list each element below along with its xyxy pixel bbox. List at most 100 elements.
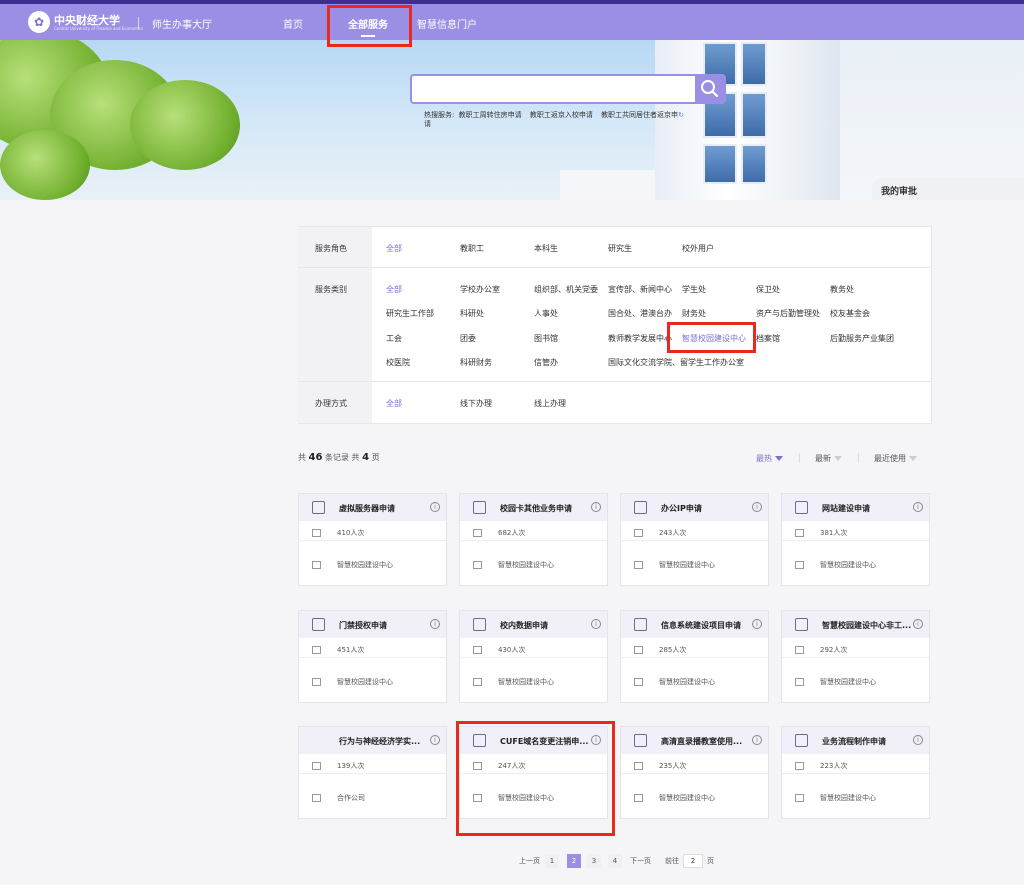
service-card[interactable]: 行为与神经经济学实... i 139人次 合作公司 bbox=[298, 726, 447, 819]
category-option[interactable]: 科研财务 bbox=[460, 357, 492, 368]
sort-hot[interactable]: 最热 bbox=[756, 453, 783, 464]
service-card[interactable]: 业务流程制作申请 i 223人次 智慧校园建设中心 bbox=[781, 726, 930, 819]
service-card[interactable]: 高清直录播教室使用... i 235人次 智慧校园建设中心 bbox=[620, 726, 769, 819]
campus-building bbox=[655, 40, 840, 200]
card-title[interactable]: 虚拟服务器申请 bbox=[339, 503, 431, 514]
service-hall-title[interactable]: 师生办事大厅 bbox=[152, 16, 212, 31]
nav-smart-portal[interactable]: 智慧信息门户 bbox=[417, 16, 477, 31]
service-card[interactable]: 网站建设申请 i 381人次 智慧校园建设中心 bbox=[781, 493, 930, 586]
role-option[interactable]: 本科生 bbox=[534, 243, 558, 254]
hot-search-item[interactable]: 教职工返京入校申请 bbox=[530, 111, 593, 119]
pager-page[interactable]: 4 bbox=[608, 854, 622, 868]
card-department: 智慧校园建设中心 bbox=[634, 793, 715, 803]
building-icon bbox=[795, 794, 804, 802]
info-icon[interactable]: i bbox=[591, 619, 601, 629]
pager-next[interactable]: 下一页 bbox=[630, 856, 651, 866]
card-header: 网站建设申请 i bbox=[782, 494, 929, 521]
building-icon bbox=[312, 678, 321, 686]
category-option[interactable]: 保卫处 bbox=[756, 284, 780, 295]
info-icon[interactable]: i bbox=[430, 735, 440, 745]
method-option[interactable]: 线上办理 bbox=[534, 398, 566, 409]
card-title[interactable]: 门禁授权申请 bbox=[339, 620, 431, 631]
category-option[interactable]: 研究生工作部 bbox=[386, 308, 434, 319]
category-option[interactable]: 学校办公室 bbox=[460, 284, 500, 295]
pager-page-current[interactable]: 2 bbox=[567, 854, 581, 868]
category-option[interactable]: 学生处 bbox=[682, 284, 706, 295]
search-box[interactable] bbox=[410, 74, 726, 104]
category-option[interactable]: 资产与后勤管理处 bbox=[756, 308, 820, 319]
category-option[interactable]: 国合处、港澳台办 bbox=[608, 308, 672, 319]
service-card[interactable]: 信息系统建设项目申请 i 285人次 智慧校园建设中心 bbox=[620, 610, 769, 703]
card-header: 虚拟服务器申请 i bbox=[299, 494, 446, 521]
category-option[interactable]: 教务处 bbox=[830, 284, 854, 295]
category-option[interactable]: 全部 bbox=[386, 284, 402, 295]
card-visits: 381人次 bbox=[795, 528, 847, 538]
pager-suffix: 页 bbox=[707, 857, 714, 865]
category-option[interactable]: 人事处 bbox=[534, 308, 558, 319]
university-logo-icon[interactable]: ✿ bbox=[28, 11, 50, 33]
hot-search-item[interactable]: 教职工共同居住者返京申 bbox=[601, 111, 678, 119]
role-option[interactable]: 研究生 bbox=[608, 243, 632, 254]
category-option[interactable]: 工会 bbox=[386, 333, 402, 344]
info-icon[interactable]: i bbox=[913, 735, 923, 745]
pager-page[interactable]: 3 bbox=[587, 854, 601, 868]
info-icon[interactable]: i bbox=[752, 619, 762, 629]
card-title[interactable]: 业务流程制作申请 bbox=[822, 736, 914, 747]
refresh-icon[interactable]: ↻ bbox=[678, 111, 684, 119]
info-icon[interactable]: i bbox=[913, 502, 923, 512]
service-icon bbox=[795, 501, 808, 514]
method-option[interactable]: 全部 bbox=[386, 398, 402, 409]
service-icon bbox=[795, 618, 808, 631]
pager-goto-input[interactable]: 2 bbox=[683, 854, 703, 868]
role-option[interactable]: 教职工 bbox=[460, 243, 484, 254]
category-option[interactable]: 校医院 bbox=[386, 357, 410, 368]
info-icon[interactable]: i bbox=[752, 502, 762, 512]
sort-new[interactable]: 最新 bbox=[815, 453, 842, 464]
service-card[interactable]: 校园卡其他业务申请 i 682人次 智慧校园建设中心 bbox=[459, 493, 608, 586]
card-title[interactable]: 校园卡其他业务申请 bbox=[500, 503, 592, 514]
category-option[interactable]: 宣传部、新闻中心 bbox=[608, 284, 672, 295]
category-option[interactable]: 国际文化交流学院、留学生工作办公室 bbox=[608, 357, 744, 368]
role-option[interactable]: 全部 bbox=[386, 243, 402, 254]
category-option[interactable]: 团委 bbox=[460, 333, 476, 344]
info-icon[interactable]: i bbox=[752, 735, 762, 745]
service-card[interactable]: 虚拟服务器申请 i 410人次 智慧校园建设中心 bbox=[298, 493, 447, 586]
service-card[interactable]: 门禁授权申请 i 451人次 智慧校园建设中心 bbox=[298, 610, 447, 703]
card-title[interactable]: 智慧校园建设中心非工... bbox=[822, 620, 914, 631]
info-icon[interactable]: i bbox=[913, 619, 923, 629]
info-icon[interactable]: i bbox=[591, 502, 601, 512]
service-card[interactable]: 校内数据申请 i 430人次 智慧校园建设中心 bbox=[459, 610, 608, 703]
category-option[interactable]: 校友基金会 bbox=[830, 308, 870, 319]
nav-home[interactable]: 首页 bbox=[283, 16, 303, 31]
service-card[interactable]: 智慧校园建设中心非工... i 292人次 智慧校园建设中心 bbox=[781, 610, 930, 703]
search-button[interactable] bbox=[695, 74, 725, 104]
hot-search-item[interactable]: 教职工周转住房申请 bbox=[459, 111, 522, 119]
category-option[interactable]: 档案馆 bbox=[756, 333, 780, 344]
pager-page[interactable]: 1 bbox=[545, 854, 559, 868]
category-option[interactable]: 财务处 bbox=[682, 308, 706, 319]
category-option[interactable]: 教师教学发展中心 bbox=[608, 333, 672, 344]
role-option[interactable]: 校外用户 bbox=[682, 243, 714, 254]
card-title[interactable]: 校内数据申请 bbox=[500, 620, 592, 631]
my-approval-tab[interactable]: 我的审批 bbox=[872, 178, 1024, 200]
card-title[interactable]: 办公IP申请 bbox=[661, 503, 753, 514]
sort-recent[interactable]: 最近使用 bbox=[874, 453, 917, 464]
card-visits: 430人次 bbox=[473, 645, 525, 655]
card-title[interactable]: 信息系统建设项目申请 bbox=[661, 620, 753, 631]
card-title[interactable]: 高清直录播教室使用... bbox=[661, 736, 753, 747]
category-option[interactable]: 信管办 bbox=[534, 357, 558, 368]
hot-search-wrap[interactable]: 请 bbox=[424, 119, 431, 129]
service-card[interactable]: 办公IP申请 i 243人次 智慧校园建设中心 bbox=[620, 493, 769, 586]
card-divider bbox=[299, 657, 446, 658]
pager-prev[interactable]: 上一页 bbox=[519, 856, 540, 866]
category-option[interactable]: 科研处 bbox=[460, 308, 484, 319]
method-option[interactable]: 线下办理 bbox=[460, 398, 492, 409]
card-title[interactable]: 行为与神经经济学实... bbox=[339, 736, 431, 747]
info-icon[interactable]: i bbox=[430, 619, 440, 629]
category-option[interactable]: 图书馆 bbox=[534, 333, 558, 344]
card-title[interactable]: 网站建设申请 bbox=[822, 503, 914, 514]
top-nav: ✿ 中央财经大学 Central University of Finance a… bbox=[0, 4, 1024, 40]
info-icon[interactable]: i bbox=[430, 502, 440, 512]
category-option[interactable]: 后勤服务产业集团 bbox=[830, 333, 894, 344]
category-option[interactable]: 组织部、机关党委 bbox=[534, 284, 598, 295]
